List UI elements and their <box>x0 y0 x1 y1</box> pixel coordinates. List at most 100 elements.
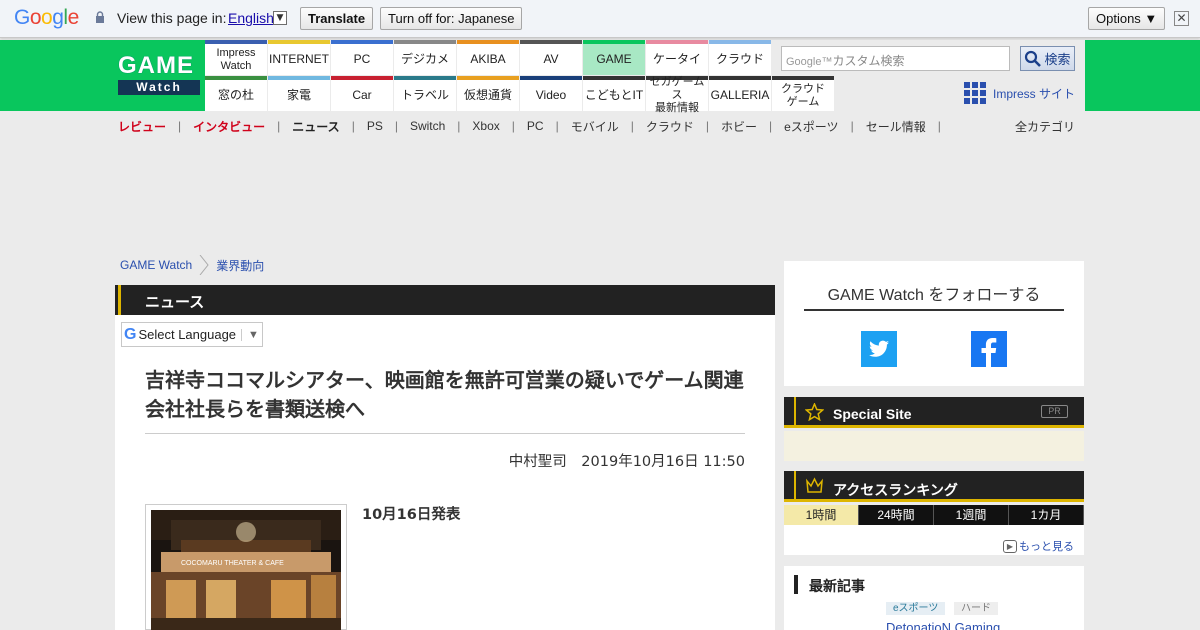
search-input[interactable]: Google™カスタム検索 <box>781 46 1010 71</box>
nav-item-bottom-2[interactable]: Car <box>331 76 393 111</box>
more-link[interactable]: ▶ もっと見る <box>1003 538 1074 554</box>
special-site-title: Special Site <box>833 406 912 422</box>
pr-badge: PR <box>1041 405 1068 418</box>
twitter-icon[interactable] <box>861 331 897 367</box>
ranking-accent <box>794 471 796 499</box>
breadcrumb: GAME Watch 業界動向 <box>120 255 264 275</box>
game-watch-logo[interactable]: GAME Watch <box>118 52 200 96</box>
section-header <box>115 285 775 315</box>
nav-item-top-4[interactable]: AKIBA <box>457 40 519 75</box>
breadcrumb-home[interactable]: GAME Watch <box>120 258 192 272</box>
search-brand: Google™ <box>786 56 833 68</box>
language-select[interactable]: English <box>228 10 274 26</box>
impress-site-link[interactable]: Impress サイト <box>964 82 1075 104</box>
nav-item-top-6[interactable]: GAME <box>583 40 645 75</box>
photo-sign: COCOMARU THEATER & CAFE <box>181 560 284 567</box>
category-nav-item[interactable]: セール情報 <box>866 118 926 135</box>
ranking-tab-24h[interactable]: 24時間 <box>859 505 934 525</box>
search-icon <box>1025 50 1042 67</box>
select-language-dropdown[interactable]: G Select Language ▼ <box>121 322 263 347</box>
facebook-icon[interactable] <box>971 331 1007 367</box>
star-icon <box>805 403 824 421</box>
translate-prompt: View this page in: <box>117 10 227 26</box>
google-g-icon: G <box>124 325 137 343</box>
nav-separator: | <box>769 119 773 133</box>
logo-watch: Watch <box>118 80 200 95</box>
ranking-tabs: 1時間 24時間 1週間 1カ月 <box>784 505 1084 525</box>
category-nav-item[interactable]: ホビー <box>721 118 757 135</box>
latest-title: 最新記事 <box>809 578 865 594</box>
select-language-label: Select Language <box>138 327 237 342</box>
nav-item-top-3[interactable]: デジカメ <box>394 40 456 75</box>
article-byline: 中村聖司 2019年10月16日 11:50 <box>508 454 745 470</box>
language-dropdown-arrow[interactable]: ▼ <box>273 11 287 25</box>
category-nav-item[interactable]: インタビュー <box>193 118 265 135</box>
nav-item-top-2[interactable]: PC <box>331 40 393 75</box>
latest-accent <box>794 575 798 594</box>
nav-item-bottom-3[interactable]: トラベル <box>394 76 456 111</box>
nav-separator: | <box>457 119 461 133</box>
ranking-tab-1h[interactable]: 1時間 <box>784 505 859 525</box>
crown-icon <box>806 477 823 493</box>
translate-button[interactable]: Translate <box>300 7 374 30</box>
chevron-right-icon <box>199 255 209 275</box>
tag-esports[interactable]: eスポーツ <box>886 602 946 615</box>
nav-item-top-7[interactable]: ケータイ <box>646 40 708 75</box>
release-date: 10月16日発表 <box>362 507 461 523</box>
breadcrumb-category[interactable]: 業界動向 <box>216 257 264 274</box>
nav-item-top-5[interactable]: AV <box>520 40 582 75</box>
all-categories-link[interactable]: 全カテゴリ <box>1015 118 1075 135</box>
ranking-tab-1m[interactable]: 1カ月 <box>1009 505 1084 525</box>
nav-item-bottom-4[interactable]: 仮想通貨 <box>457 76 519 111</box>
category-nav-item[interactable]: クラウド <box>646 118 694 135</box>
nav-separator: | <box>705 119 709 133</box>
theater-photo[interactable]: COCOMARU THEATER & CAFE <box>151 510 341 630</box>
ranking-title: アクセスランキング <box>833 482 958 498</box>
header-right-band <box>1085 40 1200 111</box>
category-nav-item[interactable]: Xbox <box>472 119 499 133</box>
search-button[interactable]: 検索 <box>1020 46 1075 71</box>
more-label: もっと見る <box>1019 541 1074 553</box>
logo-game: GAME <box>118 52 194 79</box>
nav-separator: | <box>555 119 559 133</box>
category-nav-item[interactable]: モバイル <box>571 118 619 135</box>
nav-separator: | <box>630 119 634 133</box>
category-nav-item[interactable]: eスポーツ <box>784 118 838 135</box>
nav-item-top-0[interactable]: Impress Watch <box>205 40 267 75</box>
follow-title: GAME Watch をフォローする <box>827 287 1041 304</box>
ranking-tab-1w[interactable]: 1週間 <box>934 505 1009 525</box>
google-logo: Google <box>14 6 79 29</box>
nav-item-bottom-9[interactable]: クラウド ゲーム <box>772 76 834 111</box>
special-site-body <box>784 431 1084 461</box>
nav-item-top-1[interactable]: INTERNET <box>268 40 330 75</box>
category-nav-item[interactable]: レビュー <box>118 118 166 135</box>
section-title: ニュース <box>145 294 205 311</box>
category-nav-item[interactable]: PS <box>367 119 383 133</box>
nav-item-top-8[interactable]: クラウド <box>709 40 771 75</box>
nav-item-bottom-6[interactable]: こどもとIT <box>583 76 645 111</box>
category-nav-item[interactable]: ニュース <box>292 118 339 135</box>
options-button[interactable]: Options ▼ <box>1088 7 1166 30</box>
special-site-accent <box>794 397 796 425</box>
article-title: 吉祥寺ココマルシアター、映画館を無許可営業の疑いでゲーム関連会社社長らを書類送検… <box>145 368 744 421</box>
nav-separator: | <box>394 119 398 133</box>
nav-separator: | <box>511 119 515 133</box>
category-nav-item[interactable]: Switch <box>410 119 445 133</box>
nav-item-bottom-8[interactable]: GALLERIA <box>709 76 771 111</box>
nav-separator: | <box>277 119 281 133</box>
tag-hardware[interactable]: ハード <box>954 602 998 615</box>
category-nav-item[interactable]: PC <box>527 119 544 133</box>
turn-off-button[interactable]: Turn off for: Japanese <box>380 7 523 30</box>
close-icon[interactable]: ✕ <box>1174 11 1189 26</box>
site-nav: Impress Watch INTERNET PC デジカメ AKIBA AV GAME ケー… <box>205 40 834 114</box>
lock-icon <box>96 11 104 23</box>
search-placeholder: カスタム検索 <box>832 54 905 68</box>
nav-item-bottom-1[interactable]: 家電 <box>268 76 330 111</box>
nav-item-bottom-7[interactable]: セガゲームス 最新情報 <box>646 76 708 114</box>
latest-article-link[interactable]: DetonatioN Gaming <box>886 620 1000 630</box>
nav-item-bottom-5[interactable]: Video <box>520 76 582 111</box>
section-accent <box>118 285 121 315</box>
search-button-label: 検索 <box>1044 52 1071 67</box>
nav-item-bottom-0[interactable]: 窓の杜 <box>205 76 267 111</box>
nav-separator: | <box>850 119 854 133</box>
